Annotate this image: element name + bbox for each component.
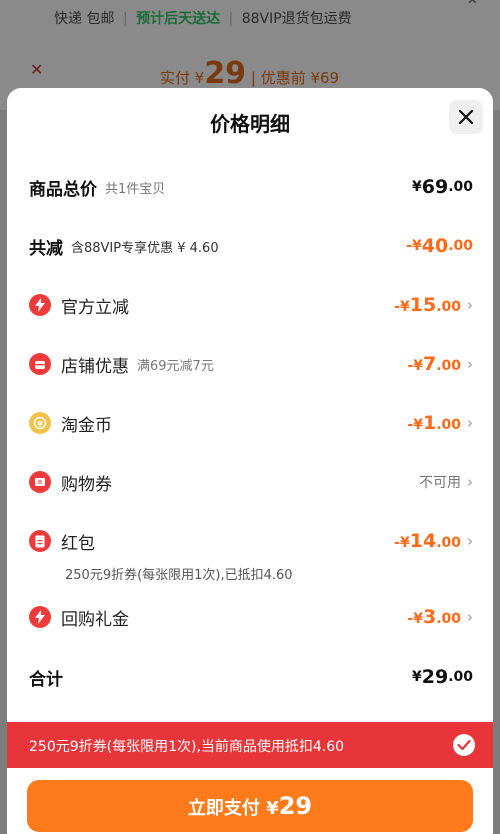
red-packet-amount: -¥14.00 — [394, 530, 461, 552]
row-shopping-voucher[interactable]: 购物券 不可用 › — [29, 467, 473, 497]
delivery-shipping: 快递 包邮 — [54, 11, 115, 27]
row-red-packet[interactable]: 红包 -¥14.00 › — [29, 526, 473, 556]
shopping-voucher-label: 购物券 — [61, 474, 112, 495]
vip-discount-note: 含88VIP专享优惠 ¥ 4.60 — [71, 240, 219, 256]
delivery-info: 快递 包邮 | 预计后天送达 | 88VIP退货包运费 — [54, 11, 352, 27]
chevron-up-icon: ⌃ — [464, 0, 480, 17]
item-count: 共1件宝贝 — [105, 181, 166, 197]
chevron-right-icon: › — [467, 355, 473, 373]
sum-label: 合计 — [29, 669, 63, 690]
chevron-right-icon: › — [467, 532, 473, 550]
footer: 立即支付 ¥29 — [7, 768, 493, 834]
row-total-price: 商品总价 共1件宝贝 ¥69.00 — [29, 172, 473, 202]
sheet-title: 价格明细 — [210, 112, 290, 136]
coin-icon — [29, 412, 51, 434]
sum-amount: ¥29.00 — [411, 666, 473, 688]
coupon-bar[interactable]: 250元9折券(每张限用1次),当前商品使用抵扣4.60 — [7, 722, 493, 768]
shop-discount-rule: 满69元减7元 — [137, 358, 214, 374]
voucher-icon — [29, 471, 51, 493]
check-icon[interactable] — [453, 734, 475, 756]
lightning-icon — [29, 294, 51, 316]
repurchase-cash-amount: -¥3.00 — [407, 606, 461, 628]
total-reduction-label: 共减 — [29, 238, 63, 259]
total-price-label: 商品总价 — [29, 179, 97, 200]
total-price-amount: ¥69.00 — [411, 176, 473, 198]
shop-discount-amount: -¥7.00 — [407, 353, 461, 375]
row-total-reduction: 共减 含88VIP专享优惠 ¥ 4.60 -¥ 40.00 — [29, 231, 473, 261]
red-packet-icon — [29, 530, 51, 552]
chevron-right-icon: › — [467, 414, 473, 432]
lightning-icon — [29, 606, 51, 628]
tao-coins-amount: -¥1.00 — [407, 412, 461, 434]
red-packet-label: 红包 — [61, 533, 95, 554]
shop-logo-icon: ✕ — [30, 60, 44, 79]
close-button[interactable] — [449, 100, 483, 134]
row-repurchase-cash[interactable]: 回购礼金 -¥3.00 › — [29, 602, 473, 632]
delivery-estimate: 预计后天送达 — [136, 11, 221, 27]
official-discount-amount: -¥15.00 — [394, 294, 461, 316]
chevron-right-icon: › — [467, 608, 473, 626]
coupon-bar-text: 250元9折券(每张限用1次),当前商品使用抵扣4.60 — [29, 739, 345, 755]
repurchase-cash-label: 回购礼金 — [61, 609, 129, 630]
chevron-right-icon: › — [467, 473, 473, 491]
row-shop-discount[interactable]: 店铺优惠 满69元减7元 -¥7.00 › — [29, 349, 473, 379]
shop-discount-label: 店铺优惠 — [61, 356, 129, 377]
background-price: 实付 ¥29 | 优惠前 ¥69 — [160, 56, 340, 91]
tao-coins-label: 淘金币 — [61, 415, 112, 436]
close-icon — [458, 109, 474, 125]
shop-icon — [29, 353, 51, 375]
official-discount-label: 官方立减 — [61, 297, 129, 318]
voucher-status: 不可用 — [419, 475, 461, 491]
chevron-right-icon: › — [467, 296, 473, 314]
pay-now-button[interactable]: 立即支付 ¥29 — [27, 780, 473, 832]
total-reduction-amount: -¥ 40.00 — [406, 235, 473, 257]
row-sum: 合计 ¥29.00 — [29, 662, 473, 692]
red-packet-note: 250元9折券(每张限用1次),已抵扣4.60 — [65, 568, 293, 583]
row-tao-coins[interactable]: 淘金币 -¥1.00 › — [29, 408, 473, 438]
delivery-return: 88VIP退货包运费 — [241, 11, 352, 27]
row-official-discount[interactable]: 官方立减 -¥15.00 › — [29, 290, 473, 320]
